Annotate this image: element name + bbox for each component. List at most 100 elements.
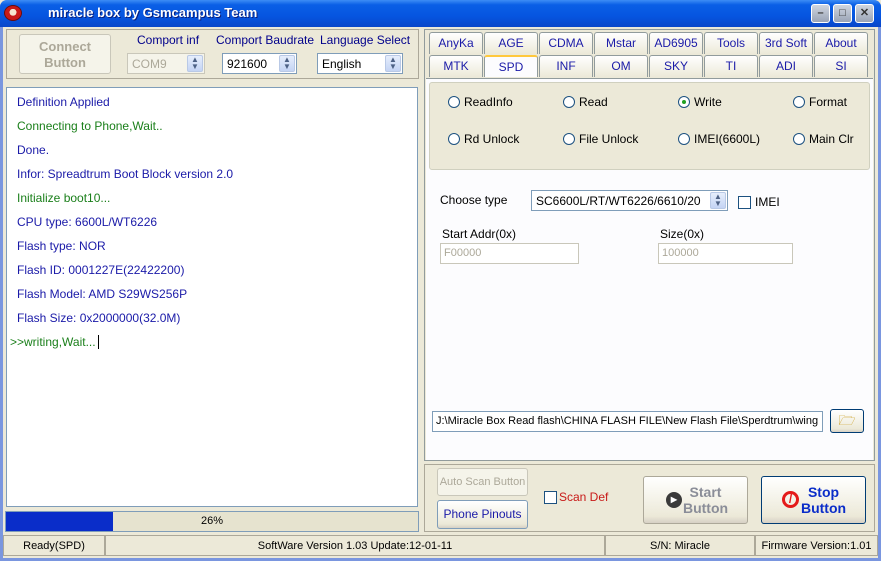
start-addr-label: Start Addr(0x) xyxy=(442,227,517,241)
tab-ti[interactable]: TI xyxy=(704,55,758,77)
tab-about[interactable]: About xyxy=(814,32,868,54)
tab-3rd-soft[interactable]: 3rd Soft xyxy=(759,32,813,54)
tab-adi[interactable]: ADI xyxy=(759,55,813,77)
radio-dot[interactable] xyxy=(678,96,690,108)
log-line: Flash ID: 0001227E(22422200) xyxy=(17,263,185,277)
choose-type-value: SC6600L/RT/WT6226/6610/20 xyxy=(536,194,701,208)
radio-label: IMEI(6600L) xyxy=(694,132,761,146)
radio-label: Write xyxy=(694,95,722,109)
radio-label: Read xyxy=(579,95,608,109)
radio-read[interactable]: Read xyxy=(563,95,673,109)
tab-ad6905[interactable]: AD6905 xyxy=(649,32,703,54)
language-select[interactable]: English ▲ ▼ xyxy=(317,53,403,74)
window-title: miracle box by Gsmcampus Team xyxy=(48,5,258,20)
stop-icon: / xyxy=(782,491,799,508)
start-button[interactable]: ▶ Start Button xyxy=(643,476,748,524)
status-state: Ready(SPD) xyxy=(3,535,105,556)
connection-panel: Connect Button Comport inf COM9 ▲ ▼ Compo… xyxy=(6,29,419,79)
radio-label: Rd Unlock xyxy=(464,132,520,146)
imei-label: IMEI xyxy=(755,195,780,209)
phone-pinouts-button[interactable]: Phone Pinouts xyxy=(437,500,528,529)
radio-dot[interactable] xyxy=(448,96,460,108)
spinner-icon[interactable]: ▲ ▼ xyxy=(385,55,401,72)
spd-tab-content: ReadInfo Read Write Format Rd Unlock File Unl… xyxy=(426,78,873,460)
log-line: Infor: Spreadtrum Boot Block version 2.0 xyxy=(17,167,234,181)
tab-sky[interactable]: SKY xyxy=(649,55,703,77)
tab-mstar[interactable]: Mstar xyxy=(594,32,648,54)
status-serial: S/N: Miracle xyxy=(605,535,755,556)
tab-om[interactable]: OM xyxy=(594,55,648,77)
operation-group: ReadInfo Read Write Format Rd Unlock File Unl… xyxy=(429,82,870,170)
status-firmware: Firmware Version:1.01 xyxy=(755,535,878,556)
log-line: >>writing,Wait... xyxy=(10,335,99,349)
radio-file-unlock[interactable]: File Unlock xyxy=(563,132,673,146)
radio-dot[interactable] xyxy=(563,133,575,145)
radio-dot[interactable] xyxy=(448,133,460,145)
stop-label: Stop xyxy=(807,484,840,500)
connect-button-label: Connect xyxy=(39,39,91,54)
stop-button[interactable]: / Stop Button xyxy=(761,476,866,524)
baudrate-select[interactable]: 921600 ▲ ▼ xyxy=(222,53,297,74)
tab-cdma[interactable]: CDMA xyxy=(539,32,593,54)
radio-dot[interactable] xyxy=(793,133,805,145)
tab-age[interactable]: AGE xyxy=(484,32,538,54)
radio-main-clr[interactable]: Main Clr xyxy=(793,132,881,146)
status-version: SoftWare Version 1.03 Update:12-01-11 xyxy=(105,535,605,556)
open-folder-button[interactable]: 🗁 xyxy=(830,409,864,433)
tab-tools[interactable]: Tools xyxy=(704,32,758,54)
baudrate-label: Comport Baudrate xyxy=(216,33,315,47)
title-bar[interactable]: miracle box by Gsmcampus Team – □ ✕ xyxy=(0,0,881,27)
log-line: Initialize boot10... xyxy=(17,191,111,205)
tab-inf[interactable]: INF xyxy=(539,55,593,77)
log-line: Connecting to Phone,Wait.. xyxy=(17,119,163,133)
connect-button-label-2: Button xyxy=(44,55,86,70)
progress-bar: 26% xyxy=(5,511,419,532)
radio-readinfo[interactable]: ReadInfo xyxy=(448,95,558,109)
comport-value: COM9 xyxy=(132,57,167,71)
folder-icon: 🗁 xyxy=(838,412,856,428)
action-panel: Auto Scan Button Phone Pinouts Scan Def … xyxy=(424,464,875,532)
file-path-field[interactable]: J:\Miracle Box Read flash\CHINA FLASH FI… xyxy=(432,411,823,432)
scan-def-label: Scan Def xyxy=(559,490,609,504)
log-output[interactable]: Definition Applied Connecting to Phone,Wa… xyxy=(6,87,418,507)
size-field[interactable]: 100000 xyxy=(658,243,793,264)
radio-format[interactable]: Format xyxy=(793,95,881,109)
progress-text: 26% xyxy=(200,515,224,527)
auto-scan-button[interactable]: Auto Scan Button xyxy=(437,468,528,496)
radio-dot[interactable] xyxy=(678,133,690,145)
start-label: Start xyxy=(689,484,722,500)
start-addr-field[interactable]: F00000 xyxy=(440,243,579,264)
tab-panel: AnyKa AGE CDMA Mstar AD6905 Tools 3rd Soft Abou… xyxy=(424,29,875,461)
log-line: Flash type: NOR xyxy=(17,239,106,253)
imei-checkbox[interactable] xyxy=(738,196,751,209)
spinner-icon[interactable]: ▲ ▼ xyxy=(279,55,295,72)
tab-si[interactable]: SI xyxy=(814,55,868,77)
baudrate-value: 921600 xyxy=(227,57,268,71)
radio-label: ReadInfo xyxy=(464,95,513,109)
log-line: Flash Model: AMD S29WS256P xyxy=(17,287,188,301)
radio-dot[interactable] xyxy=(563,96,575,108)
radio-imei-6600l-[interactable]: IMEI(6600L) xyxy=(678,132,788,146)
radio-rd-unlock[interactable]: Rd Unlock xyxy=(448,132,558,146)
log-line: Flash Size: 0x2000000(32.0M) xyxy=(17,311,181,325)
connect-button[interactable]: Connect Button xyxy=(19,34,111,74)
play-icon: ▶ xyxy=(666,492,682,508)
comport-select[interactable]: COM9 ▲ ▼ xyxy=(127,53,205,74)
app-logo-icon xyxy=(4,5,22,21)
maximize-icon[interactable]: □ xyxy=(833,4,852,23)
choose-type-select[interactable]: SC6600L/RT/WT6226/6610/20 ▲ ▼ xyxy=(531,190,728,211)
spinner-icon[interactable]: ▲ ▼ xyxy=(710,192,726,209)
radio-dot[interactable] xyxy=(793,96,805,108)
log-line: Done. xyxy=(17,143,50,157)
scan-def-checkbox[interactable] xyxy=(544,491,557,504)
log-line: CPU type: 6600L/WT6226 xyxy=(17,215,158,229)
tab-anyka[interactable]: AnyKa xyxy=(429,32,483,54)
minimize-icon[interactable]: – xyxy=(811,4,830,23)
close-icon[interactable]: ✕ xyxy=(855,4,874,23)
tab-mtk[interactable]: MTK xyxy=(429,55,483,77)
client-area: Connect Button Comport inf COM9 ▲ ▼ Compo… xyxy=(3,27,878,558)
app-window: miracle box by Gsmcampus Team – □ ✕ Conn… xyxy=(0,0,881,561)
tab-spd[interactable]: SPD xyxy=(484,55,538,77)
radio-write[interactable]: Write xyxy=(678,95,788,109)
spinner-icon[interactable]: ▲ ▼ xyxy=(187,55,203,72)
